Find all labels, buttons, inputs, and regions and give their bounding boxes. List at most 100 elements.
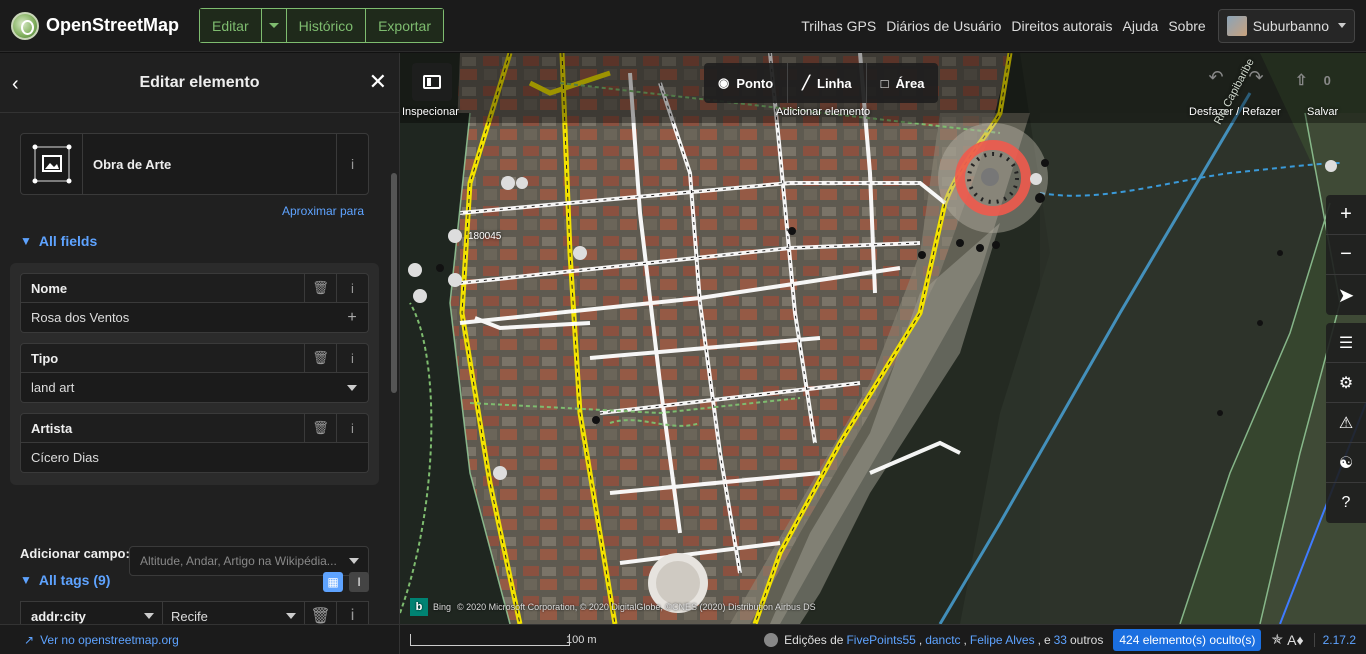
hidden-features-badge[interactable]: 424 elemento(s) oculto(s) [1113, 628, 1262, 651]
tag-value[interactable]: Recife [171, 609, 208, 624]
close-icon[interactable]: ✕ [369, 69, 387, 95]
edit-dropdown-caret[interactable] [261, 9, 287, 42]
header-nav: Trilhas GPS Diários de Usuário Direitos … [791, 8, 1366, 43]
edit-button[interactable]: Editar [200, 9, 262, 42]
field-type-combo[interactable]: land art [20, 373, 369, 403]
export-button[interactable]: Exportar [366, 9, 443, 42]
chevron-down-icon[interactable] [144, 613, 154, 619]
map-canvas[interactable]: Inspecionar ◉ Ponto ╱ Linha □ Área Adici… [400, 53, 1366, 624]
scale-bar[interactable] [410, 633, 570, 646]
attribution-text[interactable]: © 2020 Microsoft Corporation, © 2020 Dig… [457, 602, 816, 612]
trash-icon[interactable]: 🗑 [304, 274, 336, 302]
nav-about[interactable]: Sobre [1168, 18, 1205, 34]
bing-label: Bing [433, 602, 452, 612]
editor-link[interactable]: FivePoints55 [846, 633, 915, 647]
nav-help[interactable]: Ajuda [1123, 18, 1159, 34]
logo-text: OpenStreetMap [46, 15, 180, 35]
bus-stop-ref: 180045 [468, 231, 502, 242]
nav-copyright[interactable]: Direitos autorais [1011, 18, 1112, 34]
all-tags-toggle[interactable]: ▼ All tags (9) [20, 572, 110, 588]
add-element-modes: ◉ Ponto ╱ Linha □ Área [704, 63, 939, 103]
contributors-icon [764, 632, 779, 647]
editor-sidebar: ‹ Editar elemento ✕ Obra de Arte i Aprox… [0, 53, 400, 654]
history-button[interactable]: Histórico [286, 9, 367, 42]
plus-icon[interactable]: + [336, 304, 368, 332]
save-button[interactable]: ⇧ 0 [1295, 71, 1331, 89]
avatar [1226, 15, 1247, 36]
editor-link[interactable]: Felipe Alves [970, 633, 1035, 647]
add-point-button[interactable]: ◉ Ponto [704, 63, 789, 103]
help-icon[interactable]: ? [1326, 483, 1366, 523]
bug-icon[interactable]: ✯ [1271, 631, 1283, 648]
point-icon: ◉ [718, 75, 730, 90]
preset-name: Obra de Arte [93, 156, 172, 172]
artwork-icon [21, 134, 83, 194]
sidebar-scrollbar[interactable] [391, 173, 397, 393]
zoom-out-icon[interactable]: − [1326, 235, 1366, 275]
preset-info-icon[interactable]: i [336, 134, 368, 194]
back-icon[interactable]: ‹ [12, 73, 19, 96]
chevron-down-icon[interactable] [286, 613, 296, 619]
view-on-osm-link[interactable]: Ver no openstreetmap.org [40, 633, 179, 647]
nav-user-diaries[interactable]: Diários de Usuário [886, 18, 1001, 34]
trash-icon[interactable]: 🗑 [304, 344, 336, 372]
editor-link[interactable]: danctc [925, 633, 960, 647]
save-label: Salvar [1307, 106, 1339, 118]
add-area-button[interactable]: □ Área [867, 63, 939, 103]
issues-icon[interactable]: ⚠ [1326, 403, 1366, 443]
trash-icon[interactable]: 🗑 [304, 414, 336, 442]
all-tags-label: All tags (9) [38, 572, 111, 588]
zoom-controls: + − ➤ [1326, 195, 1366, 315]
chevron-down-icon[interactable] [340, 558, 368, 564]
preferences-icon[interactable]: ☯ [1326, 443, 1366, 483]
text-view-icon[interactable]: I [349, 572, 369, 592]
info-icon[interactable]: i [336, 274, 368, 302]
layers-icon[interactable]: ☰ [1326, 323, 1366, 363]
info-icon[interactable]: i [336, 414, 368, 442]
field-name-input[interactable]: Rosa dos Ventos + [20, 303, 369, 333]
field-label: Artista [31, 420, 73, 436]
user-menu-button[interactable]: Suburbanno [1217, 8, 1355, 43]
all-fields-toggle[interactable]: ▼ All fields [20, 233, 97, 249]
nav-gps-traces[interactable]: Trilhas GPS [801, 18, 876, 34]
chevron-down-icon: ▼ [20, 573, 32, 587]
tag-key[interactable]: addr:city [31, 609, 86, 624]
line-icon: ╱ [802, 75, 810, 90]
add-element-label: Adicionar elemento [776, 106, 871, 118]
preset-selector[interactable]: Obra de Arte i [20, 133, 369, 195]
zoom-to-link[interactable]: Aproximar para [282, 204, 364, 218]
sidebar-title: Editar elemento [139, 73, 260, 91]
zoom-in-icon[interactable]: + [1326, 195, 1366, 235]
tag-view-toggle: ▦ I [317, 572, 369, 592]
map-footer: 100 m Edições de FivePoints55, danctc, F… [400, 624, 1366, 654]
list-view-icon[interactable]: ▦ [323, 572, 343, 592]
osm-logo[interactable]: OpenStreetMap [11, 11, 180, 40]
others-count-link[interactable]: 33 [1054, 633, 1067, 647]
fields-container: Nome 🗑 i Rosa dos Ventos + Tipo 🗑 i land… [10, 263, 379, 485]
chevron-down-icon[interactable] [336, 374, 368, 402]
accessibility-icon[interactable]: A♦ [1287, 632, 1303, 648]
add-field-placeholder[interactable]: Altitude, Andar, Artigo na Wikipédia... [130, 554, 340, 568]
field-artist-input[interactable]: Cícero Dias [20, 443, 369, 473]
imagery-attribution: b Bing © 2020 Microsoft Corporation, © 2… [410, 598, 816, 616]
add-field-row: Adicionar campo: [20, 546, 130, 561]
field-value[interactable]: land art [21, 380, 336, 395]
add-field-label: Adicionar campo: [20, 546, 130, 561]
add-point-label: Ponto [736, 75, 774, 91]
area-icon: □ [880, 75, 889, 91]
field-value[interactable]: Rosa dos Ventos [21, 310, 336, 325]
info-icon[interactable]: i [336, 344, 368, 372]
add-line-button[interactable]: ╱ Linha [788, 63, 867, 103]
others-label: outros [1069, 632, 1104, 647]
map-data-icon[interactable]: ⚙ [1326, 363, 1366, 403]
edit-button-group: Editar Histórico Exportar [199, 8, 444, 43]
add-line-label: Linha [817, 75, 852, 91]
field-type-header: Tipo 🗑 i [20, 343, 369, 373]
field-value[interactable]: Cícero Dias [21, 450, 368, 465]
field-label: Nome [31, 280, 68, 296]
inspector-toggle-button[interactable] [412, 63, 452, 101]
geolocate-icon[interactable]: ➤ [1326, 275, 1366, 315]
upload-icon: ⇧ [1295, 72, 1308, 89]
scale-label: 100 m [566, 633, 597, 646]
version-link[interactable]: 2.17.2 [1313, 632, 1356, 647]
